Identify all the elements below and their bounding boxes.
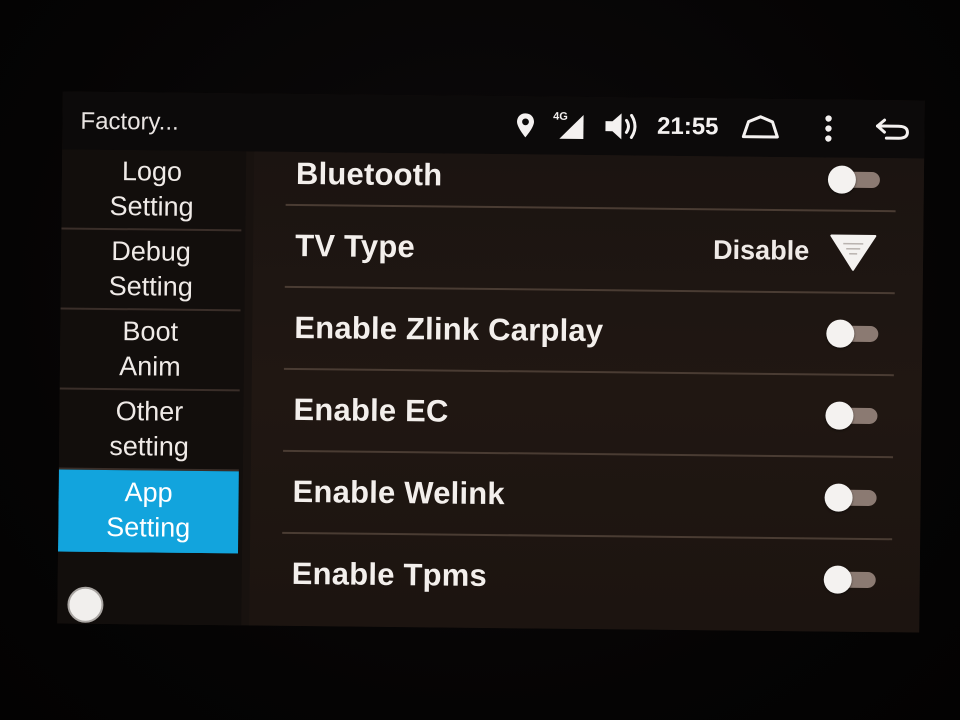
sidebar-item-label: Debug Setting bbox=[108, 236, 193, 302]
sidebar-item-label: App Setting bbox=[106, 477, 191, 543]
sidebar-item-logo-setting[interactable]: Logo Setting bbox=[61, 149, 243, 232]
toggle-knob bbox=[823, 565, 852, 594]
sidebar-item-label: Other setting bbox=[109, 396, 190, 462]
setting-row-welink: Enable Welink bbox=[282, 451, 894, 541]
tv-type-value[interactable]: Disable bbox=[713, 235, 809, 267]
sidebar-item-boot-anim[interactable]: Boot Anim bbox=[59, 309, 241, 392]
toggle-knob bbox=[827, 165, 857, 194]
tpms-toggle[interactable] bbox=[823, 565, 876, 594]
sidebar-item-label: Logo Setting bbox=[109, 156, 194, 222]
setting-row-tpms: Enable Tpms bbox=[281, 534, 892, 620]
sidebar-item-other-setting[interactable]: Other setting bbox=[58, 389, 240, 472]
sidebar-item-app-setting[interactable]: App Setting bbox=[57, 469, 239, 554]
setting-label: Enable EC bbox=[293, 391, 449, 429]
toggle-knob bbox=[824, 483, 853, 512]
app-title: Factory... bbox=[80, 107, 179, 136]
setting-row-ec: Enable EC bbox=[283, 369, 894, 459]
settings-sidebar: Logo Setting Debug Setting Boot Anim Oth… bbox=[57, 149, 247, 626]
sidebar-item-debug-setting[interactable]: Debug Setting bbox=[60, 229, 242, 312]
app-settings-list: Bluetooth TV Type Disable Enable Zlink C… bbox=[249, 127, 925, 633]
setting-row-zlink-carplay: Enable Zlink Carplay bbox=[283, 287, 895, 377]
setting-label: TV Type bbox=[295, 227, 416, 265]
setting-label: Bluetooth bbox=[295, 155, 443, 193]
sidebar-item-label: Boot Anim bbox=[119, 316, 181, 382]
setting-row-tv-type: TV Type Disable bbox=[284, 205, 896, 295]
zlink-carplay-toggle[interactable] bbox=[826, 319, 879, 349]
bluetooth-toggle[interactable] bbox=[827, 165, 881, 194]
toggle-knob bbox=[825, 401, 854, 430]
network-type-label: 4G bbox=[553, 110, 568, 123]
toggle-knob bbox=[826, 319, 855, 348]
ec-toggle[interactable] bbox=[825, 401, 878, 431]
dropdown-triangle-icon[interactable] bbox=[829, 232, 877, 273]
setting-row-bluetooth: Bluetooth bbox=[285, 127, 897, 213]
floating-home-button[interactable] bbox=[67, 586, 104, 623]
welink-toggle[interactable] bbox=[824, 483, 877, 513]
setting-label: Enable Zlink Carplay bbox=[294, 309, 604, 349]
head-unit-screen: Factory... 4G 21:55 Logo Setting Debug S… bbox=[57, 91, 925, 633]
setting-label: Enable Welink bbox=[292, 473, 506, 512]
setting-label: Enable Tpms bbox=[291, 555, 488, 593]
